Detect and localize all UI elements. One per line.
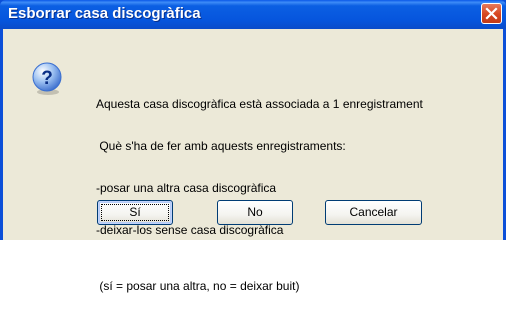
dialog-title: Esborrar casa discogràfica	[8, 5, 201, 22]
focus-rectangle	[101, 204, 169, 221]
message-line: -posar una altra casa discogràfica	[96, 181, 277, 195]
cancel-button[interactable]: Cancelar	[325, 200, 422, 225]
message-line: Què s'ha de fer amb aquests enregistrame…	[96, 139, 346, 153]
question-icon: ?	[32, 62, 62, 95]
svg-text:?: ?	[41, 68, 53, 89]
message-line: Aquesta casa discogràfica està associada…	[96, 97, 423, 111]
close-icon	[485, 7, 498, 20]
yes-button[interactable]: Sí	[97, 200, 173, 225]
message-line: -deixar-los sense casa discogràfica	[96, 223, 284, 237]
message-hint: (sí = posar una altra, no = deixar buit)	[96, 279, 300, 293]
title-bar[interactable]: Esborrar casa discogràfica	[0, 0, 506, 29]
dialog-body: ? Aquesta casa discogràfica està associa…	[3, 29, 503, 293]
dialog-window: Esborrar casa discogràfica ? Aquesta cas…	[0, 0, 506, 293]
dialog-message: Aquesta casa discogràfica està associada…	[96, 69, 423, 321]
cancel-button-label: Cancelar	[349, 205, 398, 219]
no-button[interactable]: No	[217, 200, 293, 225]
close-button[interactable]	[481, 3, 502, 24]
no-button-label: No	[247, 205, 263, 219]
